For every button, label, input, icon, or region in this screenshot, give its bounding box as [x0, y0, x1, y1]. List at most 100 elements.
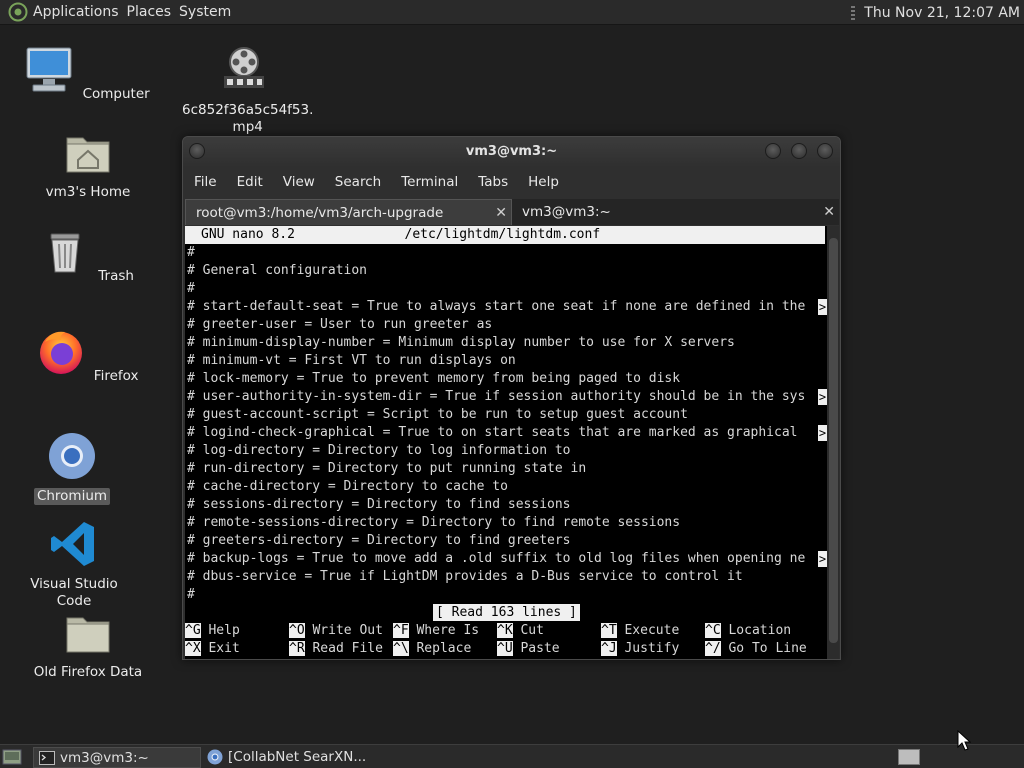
- nano-shortcut[interactable]: ^T Execute: [601, 622, 679, 640]
- desktop-icon-label: Firefox: [93, 368, 139, 384]
- shortcut-key: ^/: [705, 641, 721, 656]
- shortcut-key: ^C: [705, 623, 721, 638]
- close-tab-icon[interactable]: ✕: [823, 199, 835, 225]
- desktop-icon-home[interactable]: vm3's Home: [23, 126, 153, 201]
- shortcut-key: ^F: [393, 623, 409, 638]
- nano-line: # General configuration: [187, 263, 368, 278]
- shortcut-key: ^X: [185, 641, 201, 656]
- shortcut-key: ^O: [289, 623, 305, 638]
- top-panel: Applications Places System Thu Nov 21, 1…: [0, 0, 1024, 25]
- desktop-icon-computer[interactable]: Computer: [23, 44, 153, 103]
- menu-search[interactable]: Search: [324, 174, 390, 190]
- shortcut-key: ^J: [601, 641, 617, 656]
- nano-status: [ Read 163 lines ]: [433, 604, 580, 621]
- nano-line: # log-directory = Directory to log infor…: [187, 443, 571, 458]
- shortcut-key: ^T: [601, 623, 617, 638]
- taskbar-item-terminal[interactable]: vm3@vm3:~: [33, 747, 201, 768]
- trash-icon: [50, 233, 80, 273]
- places-menu[interactable]: Places: [127, 4, 180, 20]
- nano-line: # minimum-display-number = Minimum displ…: [187, 335, 735, 350]
- nano-shortcut[interactable]: ^C Location: [705, 622, 791, 640]
- shortcut-label: Execute: [616, 623, 680, 638]
- menu-terminal[interactable]: Terminal: [390, 174, 467, 190]
- system-menu[interactable]: System: [179, 4, 239, 20]
- maximize-button[interactable]: [791, 143, 807, 159]
- desktop-icon-label: vm3's Home: [45, 184, 131, 200]
- nano-line: # guest-account-script = Script to be ru…: [187, 407, 688, 422]
- shortcut-label: Paste: [512, 641, 560, 656]
- menu-tabs[interactable]: Tabs: [467, 174, 517, 190]
- shortcut-label: Location: [720, 623, 792, 638]
- nano-line: # run-directory = Directory to put runni…: [187, 461, 587, 476]
- tab-vm3-home[interactable]: vm3@vm3:~ ✕: [512, 199, 839, 225]
- nano-shortcut[interactable]: ^O Write Out: [289, 622, 383, 640]
- shortcut-label: Write Out: [304, 623, 383, 638]
- nano-shortcut[interactable]: ^K Cut: [497, 622, 544, 640]
- computer-icon: [26, 47, 72, 92]
- firefox-icon: [39, 331, 82, 374]
- shortcut-label: Exit: [200, 641, 240, 656]
- terminal-area[interactable]: GNU nano 8.2 /etc/lightdm/lightdm.conf #…: [185, 226, 827, 659]
- tab-root-arch-upgrade[interactable]: root@vm3:/home/vm3/arch-upgrade ✕: [185, 199, 512, 225]
- desktop-icon-label: Chromium: [33, 488, 111, 505]
- video-file-icon: [224, 47, 264, 88]
- truncation-marker: >: [818, 551, 827, 567]
- clock[interactable]: Thu Nov 21, 12:07 AM: [864, 5, 1020, 21]
- scrollbar[interactable]: [827, 226, 839, 659]
- nano-line: # logind-check-graphical = True to on st…: [187, 425, 806, 440]
- mouse-cursor-icon: [957, 730, 971, 751]
- desktop-icon-chromium[interactable]: Chromium: [7, 430, 137, 505]
- scrollbar-thumb[interactable]: [829, 238, 838, 643]
- desktop-icon-vscode[interactable]: Visual Studio Code: [9, 518, 139, 610]
- shortcut-label: Read File: [304, 641, 383, 656]
- panel-handle-icon: [851, 5, 856, 20]
- desktop-icon-firefox[interactable]: Firefox: [23, 326, 153, 385]
- tab-label: root@vm3:/home/vm3/arch-upgrade: [196, 205, 444, 221]
- desktop-icon-old-firefox-data[interactable]: Old Firefox Data: [23, 606, 153, 681]
- nano-line: # remote-sessions-directory = Directory …: [187, 515, 681, 530]
- nano-line: #: [187, 587, 195, 602]
- nano-shortcut[interactable]: ^/ Go To Line: [705, 640, 807, 658]
- nano-shortcut[interactable]: ^R Read File: [289, 640, 383, 658]
- nano-line: # lock-memory = True to prevent memory f…: [187, 371, 681, 386]
- shortcut-key: ^\: [393, 641, 409, 656]
- applications-menu[interactable]: Applications: [33, 4, 127, 20]
- nano-line: # cache-directory = Directory to cache t…: [187, 479, 508, 494]
- menu-edit[interactable]: Edit: [226, 174, 272, 190]
- nano-line: # dbus-service = True if LightDM provide…: [187, 569, 743, 584]
- close-button[interactable]: [817, 143, 833, 159]
- bottom-taskbar: vm3@vm3:~ [CollabNet SearXN...: [0, 744, 1024, 768]
- nano-shortcut[interactable]: ^G Help: [185, 622, 240, 640]
- chromium-icon: [49, 433, 95, 479]
- menu-help[interactable]: Help: [517, 174, 568, 190]
- nano-shortcut[interactable]: ^\ Replace: [393, 640, 471, 658]
- workspace-switcher[interactable]: [898, 749, 920, 765]
- menu-file[interactable]: File: [183, 174, 226, 190]
- menubar: File Edit View Search Terminal Tabs Help: [183, 170, 840, 194]
- desktop-icon-label: Computer: [82, 86, 150, 102]
- shortcut-key: ^U: [497, 641, 513, 656]
- desktop-icon-video-file[interactable]: 6c852f36a5c54f53. mp4: [179, 44, 313, 136]
- desktop-icon-trash[interactable]: Trash: [23, 226, 153, 285]
- distro-logo-icon[interactable]: [8, 2, 28, 22]
- close-tab-icon[interactable]: ✕: [495, 200, 507, 226]
- nano-shortcut[interactable]: ^X Exit: [185, 640, 240, 658]
- nano-shortcut[interactable]: ^U Paste: [497, 640, 560, 658]
- chromium-icon: [207, 749, 223, 765]
- terminal-icon: [39, 751, 55, 765]
- tab-label: vm3@vm3:~: [522, 204, 611, 220]
- nano-header: GNU nano 8.2 /etc/lightdm/lightdm.conf: [185, 226, 825, 244]
- show-desktop-icon[interactable]: [2, 748, 22, 766]
- nano-line: # greeter-user = User to run greeter as: [187, 317, 493, 332]
- shortcut-label: Cut: [512, 623, 544, 638]
- nano-line: #: [187, 281, 195, 296]
- home-folder-icon: [66, 137, 110, 173]
- terminal-window: vm3@vm3:~ File Edit View Search Terminal…: [182, 136, 841, 660]
- menu-view[interactable]: View: [272, 174, 324, 190]
- window-menu-button[interactable]: [189, 143, 205, 159]
- minimize-button[interactable]: [765, 143, 781, 159]
- nano-shortcut[interactable]: ^F Where Is: [393, 622, 479, 640]
- taskbar-item-browser[interactable]: [CollabNet SearXN...: [202, 747, 402, 768]
- window-titlebar[interactable]: vm3@vm3:~: [183, 137, 840, 167]
- nano-shortcut[interactable]: ^J Justify: [601, 640, 679, 658]
